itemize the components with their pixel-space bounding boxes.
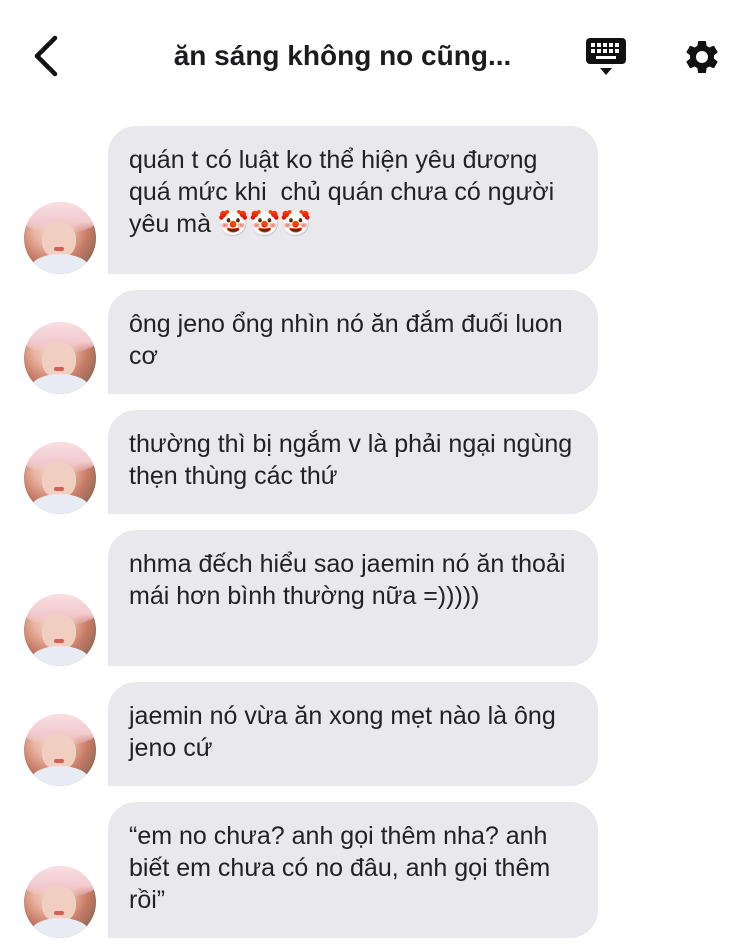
message-bubble[interactable]: quán t có luật ko thể hiện yêu đương quá…: [108, 126, 598, 274]
gear-icon: [686, 41, 718, 73]
sender-avatar[interactable]: [24, 594, 96, 666]
message-row: “em no chưa? anh gọi thêm nha? anh biết …: [0, 802, 750, 938]
keyboard-icon: [586, 38, 626, 75]
conversation-title: ăn sáng không no cũng...: [173, 40, 512, 71]
message-row: thường thì bị ngắm v là phải ngại ngùng …: [0, 410, 750, 514]
message-bubble[interactable]: “em no chưa? anh gọi thêm nha? anh biết …: [108, 802, 598, 938]
message-row: nhma đếch hiểu sao jaemin nó ăn thoải má…: [0, 530, 750, 666]
chevron-left-icon: [34, 35, 58, 77]
sender-avatar[interactable]: [24, 442, 96, 514]
back-button[interactable]: [24, 34, 68, 78]
message-bubble[interactable]: jaemin nó vừa ăn xong mẹt nào là ông jen…: [108, 682, 598, 786]
message-bubble[interactable]: nhma đếch hiểu sao jaemin nó ăn thoải má…: [108, 530, 598, 666]
sender-avatar[interactable]: [24, 202, 96, 274]
message-bubble[interactable]: ông jeno ổng nhìn nó ăn đắm đuối luon cơ: [108, 290, 598, 394]
message-bubble[interactable]: thường thì bị ngắm v là phải ngại ngùng …: [108, 410, 598, 514]
settings-button[interactable]: [680, 35, 724, 79]
message-row: jaemin nó vừa ăn xong mẹt nào là ông jen…: [0, 682, 750, 786]
keyboard-button[interactable]: [582, 36, 630, 80]
sender-avatar[interactable]: [24, 714, 96, 786]
message-row: ông jeno ổng nhìn nó ăn đắm đuối luon cơ: [0, 290, 750, 394]
sender-avatar[interactable]: [24, 866, 96, 938]
chat-header: ăn sáng không no cũng...: [0, 0, 750, 110]
message-row: quán t có luật ko thể hiện yêu đương quá…: [0, 126, 750, 274]
sender-avatar[interactable]: [24, 322, 96, 394]
